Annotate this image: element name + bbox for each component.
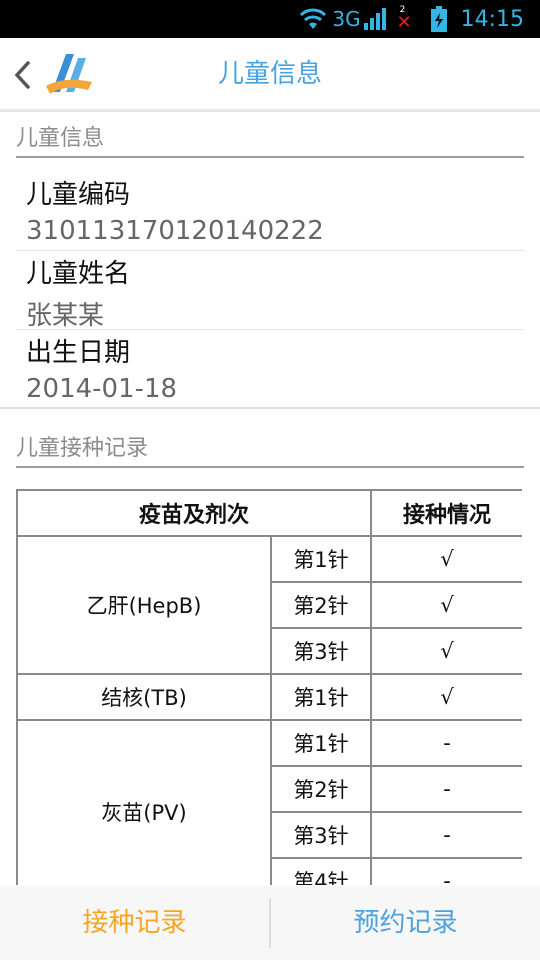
- info-item-child-code: 儿童编码 310113170120140222: [0, 172, 540, 251]
- section-title: 儿童接种记录: [16, 436, 149, 461]
- tab-appointment-records[interactable]: 预约记录: [271, 886, 540, 960]
- info-value: 310113170120140222: [26, 216, 324, 246]
- status-cell: -: [370, 857, 522, 885]
- status-cell: √: [370, 535, 522, 583]
- table-row: 灰苗(PV) 第1针 -: [16, 719, 522, 885]
- info-label: 出生日期: [26, 338, 131, 368]
- title-bar: 儿童信息: [0, 38, 540, 112]
- vaccination-section-header: 儿童接种记录: [16, 424, 524, 468]
- status-cell: -: [370, 719, 522, 767]
- dose-cell: 第1针: [269, 535, 373, 583]
- dose-cell: 第4针: [269, 857, 373, 885]
- header-status: 接种情况: [370, 489, 522, 537]
- wifi-icon: [300, 8, 327, 29]
- vaccine-name: 乙肝(HepB): [16, 535, 272, 675]
- bottom-tab-bar: 接种记录 预约记录: [0, 886, 540, 960]
- header-vaccine: 疫苗及剂次: [16, 489, 373, 537]
- dose-cell: 第2针: [269, 581, 373, 629]
- dose-cell: 第3针: [269, 627, 373, 675]
- battery-icon: [430, 6, 447, 32]
- section-title: 儿童信息: [16, 126, 105, 151]
- status-cell: √: [370, 673, 522, 721]
- table-header-row: 疫苗及剂次 接种情况: [16, 489, 522, 537]
- sim-missing-icon: 2 ✕: [396, 5, 412, 33]
- info-item-birth-date: 出生日期 2014-01-18: [0, 330, 540, 409]
- vaccination-table-container[interactable]: 疫苗及剂次 接种情况 乙肝(HepB) 第1针 √ 第2针 √ 第3针 √ 结核…: [16, 489, 522, 885]
- dose-cell: 第1针: [269, 719, 373, 767]
- vaccine-name: 结核(TB): [16, 673, 272, 721]
- status-cell: -: [370, 765, 522, 813]
- status-cell: √: [370, 581, 522, 629]
- info-label: 儿童编码: [26, 180, 131, 210]
- dose-cell: 第2针: [269, 765, 373, 813]
- vaccine-name: 灰苗(PV): [16, 719, 272, 885]
- divider: [0, 407, 540, 409]
- table-row: 乙肝(HepB) 第1针 √: [16, 535, 522, 675]
- clock: 14:15: [460, 6, 524, 32]
- signal-icon: [363, 8, 386, 30]
- info-label: 儿童姓名: [26, 259, 131, 289]
- status-cell: √: [370, 627, 522, 675]
- vaccination-table: 疫苗及剂次 接种情况 乙肝(HepB) 第1针 √ 第2针 √ 第3针 √ 结核…: [16, 489, 522, 885]
- tab-vaccination-records[interactable]: 接种记录: [0, 886, 269, 960]
- status-cell: -: [370, 811, 522, 859]
- page-title: 儿童信息: [217, 59, 322, 89]
- child-info-section-header: 儿童信息: [16, 114, 524, 158]
- dose-cell: 第3针: [269, 811, 373, 859]
- dose-cell: 第1针: [269, 673, 373, 721]
- info-value: 2014-01-18: [26, 374, 178, 404]
- network-type: 3G: [332, 7, 361, 31]
- table-row: 结核(TB) 第1针 √: [16, 673, 522, 721]
- info-item-child-name: 儿童姓名 张某某: [0, 251, 540, 331]
- info-value: 张某某: [26, 301, 105, 331]
- status-bar: 3G 2 ✕ 14:15: [0, 0, 540, 38]
